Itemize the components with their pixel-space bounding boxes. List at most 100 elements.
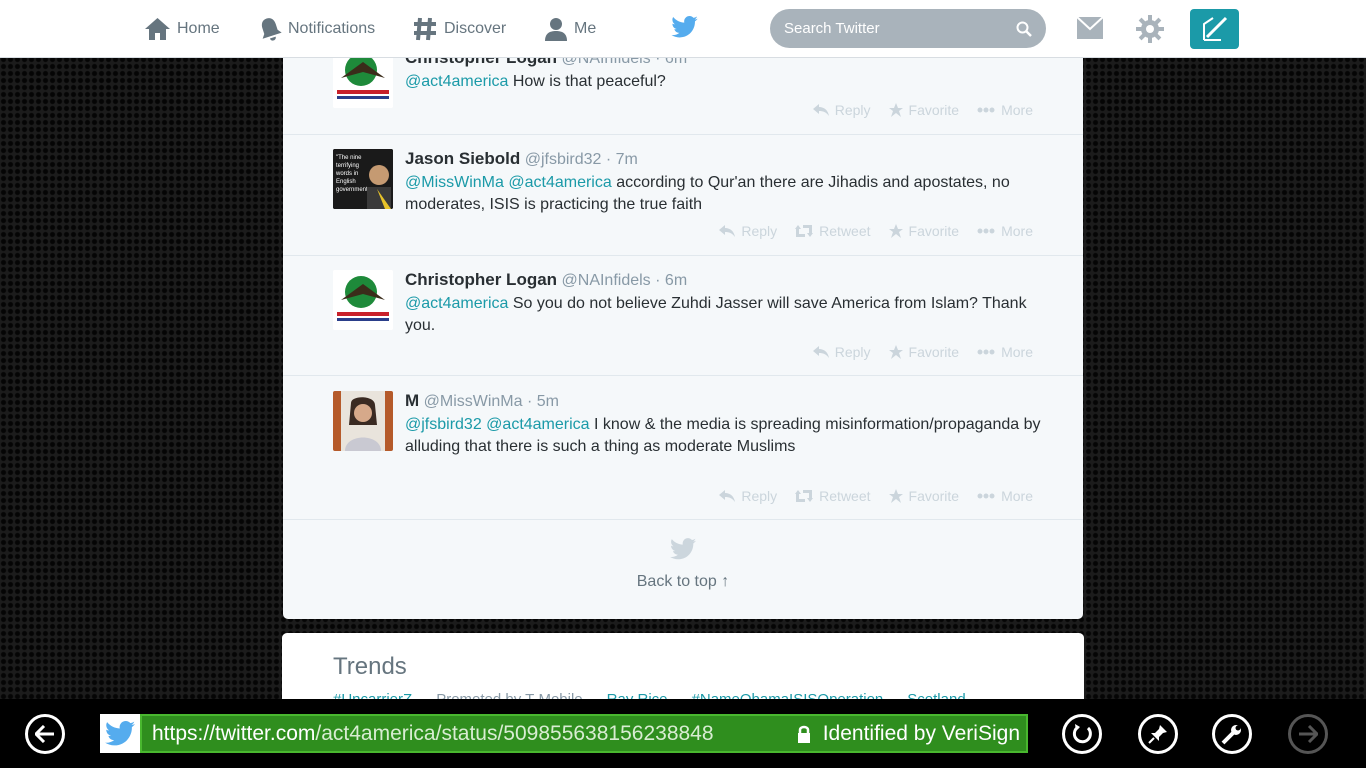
url-path: /act4america/status/509855638156238848 <box>315 721 714 745</box>
site-favicon <box>100 714 140 753</box>
twitter-bird-icon[interactable] <box>671 16 698 38</box>
tweet-timestamp[interactable]: 5m <box>537 393 559 410</box>
more-button[interactable]: More <box>977 344 1033 360</box>
nav-notifications-label: Notifications <box>288 20 376 37</box>
tweet-actions: Reply Retweet Favorite More <box>719 223 1033 239</box>
lock-icon <box>797 725 810 743</box>
retweet-button[interactable]: Retweet <box>795 488 871 504</box>
more-button[interactable]: More <box>977 488 1033 504</box>
url-field[interactable]: https://twitter.com/act4america/status/5… <box>140 714 1028 753</box>
tweet-actions: Reply Retweet Favorite More <box>719 488 1033 504</box>
tweet-handle[interactable]: @NAInfidels <box>562 272 651 289</box>
reply-button[interactable]: Reply <box>719 223 777 239</box>
conversation-stream: Christopher Logan @NAInfidels · 6m @act4… <box>283 30 1083 619</box>
tweet-fullname[interactable]: Christopher Logan <box>405 270 557 289</box>
direct-messages-icon[interactable] <box>1076 16 1104 40</box>
retweet-button[interactable]: Retweet <box>795 223 871 239</box>
star-icon <box>888 103 903 117</box>
retweet-icon <box>795 490 814 502</box>
avatar-christopher-logan[interactable] <box>333 270 393 330</box>
tweet-text: @MissWinMa @act4america according to Qur… <box>405 174 1010 213</box>
compose-icon <box>1202 16 1227 41</box>
url-domain: https://twitter.com <box>152 721 316 745</box>
more-dots-icon <box>977 493 995 499</box>
back-to-top-section: Back to top ↑ <box>283 538 1083 591</box>
star-icon <box>888 489 903 503</box>
tweet-handle[interactable]: @MissWinMa <box>424 393 523 410</box>
reply-button[interactable]: Reply <box>719 488 777 504</box>
nav-notifications[interactable]: Notifications <box>258 14 375 44</box>
tweet-header: Jason Siebold @jfsbird32 · 7m <box>405 149 638 168</box>
arrow-right-icon <box>1299 725 1318 743</box>
retweet-icon <box>795 225 814 237</box>
favorite-button[interactable]: Favorite <box>888 102 959 118</box>
pin-site-button[interactable] <box>1138 714 1178 754</box>
back-button[interactable] <box>25 714 65 754</box>
favorite-button[interactable]: Favorite <box>888 488 959 504</box>
svg-text:terrifying: terrifying <box>336 163 359 169</box>
tweet-fullname[interactable]: M <box>405 391 419 410</box>
tweet-item[interactable]: M @MissWinMa · 5m @jfsbird32 @act4americ… <box>283 376 1083 520</box>
reply-icon <box>719 490 736 502</box>
nav-me-label: Me <box>574 20 597 37</box>
tweet-timestamp[interactable]: 7m <box>616 151 638 168</box>
svg-text:English: English <box>336 179 356 185</box>
page-tools-button[interactable] <box>1212 714 1252 754</box>
tweet-text: @act4america So you do not believe Zuhdi… <box>405 295 1027 334</box>
more-button[interactable]: More <box>977 102 1033 118</box>
reply-button[interactable]: Reply <box>812 344 871 360</box>
site-identity-badge[interactable]: Identified by VeriSign <box>797 722 1026 746</box>
person-icon <box>545 18 567 41</box>
search-icon[interactable] <box>1016 21 1032 37</box>
search-input[interactable] <box>784 20 1016 37</box>
twitter-bird-icon <box>105 721 135 746</box>
mention-link[interactable]: @act4america <box>405 295 508 312</box>
tweet-fullname[interactable]: Jason Siebold <box>405 149 520 168</box>
trends-module: Trends #UncarrierZ Promoted by T-Mobile … <box>282 633 1084 703</box>
nav-discover[interactable]: Discover <box>412 14 506 44</box>
more-dots-icon <box>977 349 995 355</box>
nav-home[interactable]: Home <box>144 14 220 44</box>
reply-icon <box>719 225 736 237</box>
tweet-header: M @MissWinMa · 5m <box>405 391 559 410</box>
tweet-handle[interactable]: @jfsbird32 <box>525 151 602 168</box>
mention-link[interactable]: @jfsbird32 <box>405 416 482 433</box>
twitter-bird-icon <box>670 538 696 560</box>
more-button[interactable]: More <box>977 223 1033 239</box>
tweet-timestamp[interactable]: 6m <box>665 272 687 289</box>
gear-icon[interactable] <box>1136 15 1164 43</box>
forward-button[interactable] <box>1288 714 1328 754</box>
compose-tweet-button[interactable] <box>1190 9 1239 49</box>
tweet-item[interactable]: Christopher Logan @NAInfidels · 6m @act4… <box>283 256 1083 376</box>
nav-discover-label: Discover <box>444 20 507 37</box>
mention-link[interactable]: @act4america <box>405 73 508 90</box>
trends-title: Trends <box>333 653 407 680</box>
arrow-left-icon <box>35 725 54 743</box>
svg-text:words in: words in <box>335 171 358 177</box>
mention-link[interactable]: @MissWinMa <box>405 174 504 191</box>
more-dots-icon <box>977 228 995 234</box>
refresh-button[interactable] <box>1062 714 1102 754</box>
favorite-button[interactable]: Favorite <box>888 223 959 239</box>
back-to-top-link[interactable]: Back to top ↑ <box>637 573 730 591</box>
reply-button[interactable]: Reply <box>812 102 871 118</box>
svg-text:"The nine: "The nine <box>336 155 362 161</box>
star-icon <box>888 345 903 359</box>
hashtag-icon <box>414 17 436 41</box>
url-box[interactable]: https://twitter.com/act4america/status/5… <box>100 714 1028 753</box>
favorite-button[interactable]: Favorite <box>888 344 959 360</box>
mention-link[interactable]: @act4america <box>486 416 589 433</box>
tweet-actions: Reply Favorite More <box>812 102 1033 118</box>
tweet-text: @jfsbird32 @act4america I know & the med… <box>405 416 1041 455</box>
reply-icon <box>812 346 829 358</box>
avatar-m[interactable] <box>333 391 393 451</box>
home-icon <box>145 18 170 40</box>
tweet-item[interactable]: "The nine terrifying words in English govern… <box>283 135 1083 256</box>
tweet-header: Christopher Logan @NAInfidels · 6m <box>405 270 688 289</box>
search-box[interactable] <box>770 9 1046 48</box>
tweet-actions: Reply Favorite More <box>812 344 1033 360</box>
pin-icon <box>1148 725 1167 744</box>
avatar-jason-siebold[interactable]: "The nine terrifying words in English govern… <box>333 149 393 209</box>
nav-me[interactable]: Me <box>544 14 596 44</box>
mention-link[interactable]: @act4america <box>508 174 611 191</box>
